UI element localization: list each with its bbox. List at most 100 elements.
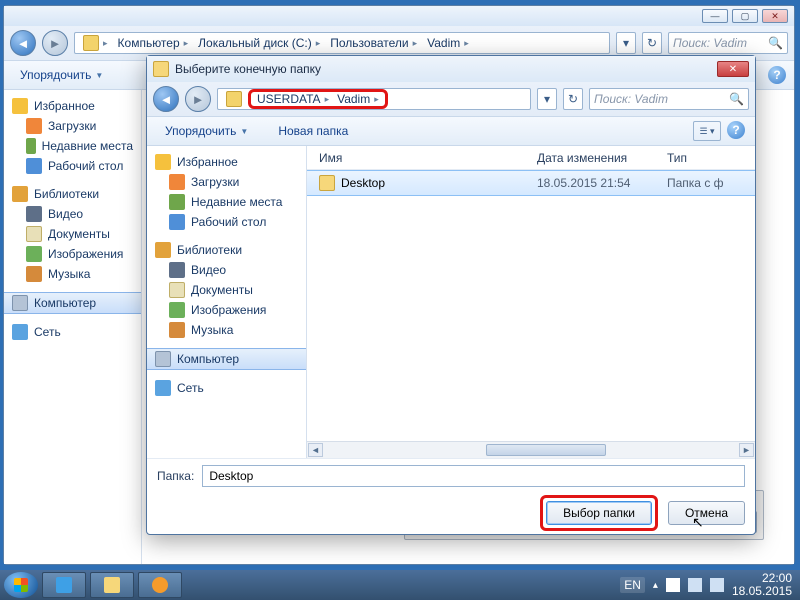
sidebar-favorites[interactable]: Избранное [4, 96, 141, 116]
folder-name-input[interactable] [202, 465, 745, 487]
dialog-sidebar-music[interactable]: Музыка [147, 320, 306, 340]
video-icon [26, 206, 42, 222]
dialog-search-input[interactable]: Поиск: Vadim 🔍 [589, 88, 749, 110]
dialog-cancel-button[interactable]: Отмена [668, 501, 745, 525]
forward-button[interactable]: ► [42, 30, 68, 56]
view-menu[interactable]: ☰ ▾ [693, 121, 721, 141]
dialog-sidebar-network[interactable]: Сеть [147, 378, 306, 398]
network-icon [155, 380, 171, 396]
crumb-vadim[interactable]: Vadim [427, 36, 460, 50]
organize-menu[interactable]: Упорядочить▼ [12, 65, 111, 85]
folder-picker-dialog: Выберите конечную папку ✕ ◄ ► USERDATA▸ … [146, 55, 756, 535]
star-icon [155, 154, 171, 170]
taskbar-explorer[interactable] [90, 572, 134, 598]
flag-icon[interactable] [666, 578, 680, 592]
dialog-organize-menu[interactable]: Упорядочить▼ [157, 121, 256, 141]
sidebar-item-music[interactable]: Музыка [4, 264, 141, 284]
clock[interactable]: 22:00 18.05.2015 [732, 572, 792, 598]
sidebar-libraries[interactable]: Библиотеки [4, 184, 141, 204]
address-dropdown[interactable]: ▾ [616, 32, 636, 54]
choose-folder-button[interactable]: Выбор папки [546, 501, 652, 525]
maximize-button[interactable]: ▢ [732, 9, 758, 23]
col-date[interactable]: Дата изменения [537, 151, 667, 165]
dialog-sidebar-desktop[interactable]: Рабочий стол [147, 212, 306, 232]
desktop-icon [26, 158, 42, 174]
sidebar-item-desktop[interactable]: Рабочий стол [4, 156, 141, 176]
item-type: Папка с ф [667, 176, 755, 190]
library-icon [155, 242, 171, 258]
highlight-breadcrumb: USERDATA▸ Vadim▸ [248, 89, 388, 109]
crumb-vadim[interactable]: Vadim [337, 92, 370, 106]
language-indicator[interactable]: EN [620, 577, 645, 593]
clock-date: 18.05.2015 [732, 585, 792, 598]
dialog-sidebar-downloads[interactable]: Загрузки [147, 172, 306, 192]
search-input[interactable]: Поиск: Vadim 🔍 [668, 32, 788, 54]
search-placeholder: Поиск: Vadim [673, 36, 747, 50]
dialog-help-button[interactable]: ? [727, 121, 745, 139]
dialog-back-button[interactable]: ◄ [153, 86, 179, 112]
horizontal-scrollbar[interactable]: ◄ ► [307, 441, 755, 458]
dialog-sidebar-computer[interactable]: Компьютер [147, 348, 306, 370]
start-button[interactable] [4, 572, 38, 598]
crumb-drive-c[interactable]: Локальный диск (C:) [198, 36, 312, 50]
computer-icon [12, 295, 28, 311]
media-player-icon [152, 577, 168, 593]
network-tray-icon[interactable] [688, 578, 702, 592]
tray-overflow-button[interactable]: ▴ [653, 580, 658, 591]
dialog-nav-bar: ◄ ► USERDATA▸ Vadim▸ ▾ ↻ Поиск: Vadim 🔍 [147, 82, 755, 116]
volume-icon[interactable] [710, 578, 724, 592]
dialog-refresh-button[interactable]: ↻ [563, 88, 583, 110]
highlight-choose-button: Выбор папки [540, 495, 658, 531]
folder-name-row: Папка: [147, 458, 755, 492]
star-icon [12, 98, 28, 114]
refresh-button[interactable]: ↻ [642, 32, 662, 54]
col-type[interactable]: Тип [667, 151, 755, 165]
titlebar: — ▢ ✕ [4, 6, 794, 26]
col-name[interactable]: Имя [307, 151, 537, 165]
item-date: 18.05.2015 21:54 [537, 176, 667, 190]
dialog-address-bar[interactable]: USERDATA▸ Vadim▸ [217, 88, 531, 110]
dialog-sidebar-libraries[interactable]: Библиотеки [147, 240, 306, 260]
sidebar-item-images[interactable]: Изображения [4, 244, 141, 264]
image-icon [26, 246, 42, 262]
dialog-sidebar-images[interactable]: Изображения [147, 300, 306, 320]
taskbar-media[interactable] [138, 572, 182, 598]
back-button[interactable]: ◄ [10, 30, 36, 56]
sidebar-item-network[interactable]: Сеть [4, 322, 141, 342]
close-button[interactable]: ✕ [762, 9, 788, 23]
dialog-sidebar-favorites[interactable]: Избранное [147, 152, 306, 172]
scroll-right-button[interactable]: ► [739, 443, 754, 457]
crumb-users[interactable]: Пользователи [330, 36, 408, 50]
list-item[interactable]: Desktop 18.05.2015 21:54 Папка с ф [307, 170, 755, 196]
dialog-sidebar-recent[interactable]: Недавние места [147, 192, 306, 212]
dialog-forward-button[interactable]: ► [185, 86, 211, 112]
dialog-address-dropdown[interactable]: ▾ [537, 88, 557, 110]
sidebar-item-documents[interactable]: Документы [4, 224, 141, 244]
address-bar[interactable]: ▸ Компьютер▸ Локальный диск (C:)▸ Пользо… [74, 32, 610, 54]
recent-icon [26, 138, 36, 154]
dialog-title: Выберите конечную папку [175, 62, 711, 76]
file-list: Имя Дата изменения Тип Desktop 18.05.201… [307, 146, 755, 458]
sidebar-item-downloads[interactable]: Загрузки [4, 116, 141, 136]
crumb-computer[interactable]: Компьютер [118, 36, 180, 50]
new-folder-button[interactable]: Новая папка [270, 121, 356, 141]
help-button[interactable]: ? [768, 66, 786, 84]
scroll-left-button[interactable]: ◄ [308, 443, 323, 457]
dialog-search-placeholder: Поиск: Vadim [594, 92, 668, 106]
taskbar-ie[interactable] [42, 572, 86, 598]
folder-icon [104, 577, 120, 593]
dialog-sidebar-documents[interactable]: Документы [147, 280, 306, 300]
taskbar: EN ▴ 22:00 18.05.2015 [0, 570, 800, 600]
desktop-icon [169, 214, 185, 230]
music-icon [26, 266, 42, 282]
sidebar-item-computer[interactable]: Компьютер [4, 292, 141, 314]
dialog-sidebar-video[interactable]: Видео [147, 260, 306, 280]
minimize-button[interactable]: — [702, 9, 728, 23]
crumb-userdata[interactable]: USERDATA [257, 92, 321, 106]
sidebar-item-video[interactable]: Видео [4, 204, 141, 224]
scroll-thumb[interactable] [486, 444, 606, 456]
sidebar-item-recent[interactable]: Недавние места [4, 136, 141, 156]
dialog-buttons: Выбор папки Отмена [147, 492, 755, 534]
dialog-close-button[interactable]: ✕ [717, 61, 749, 77]
library-icon [12, 186, 28, 202]
